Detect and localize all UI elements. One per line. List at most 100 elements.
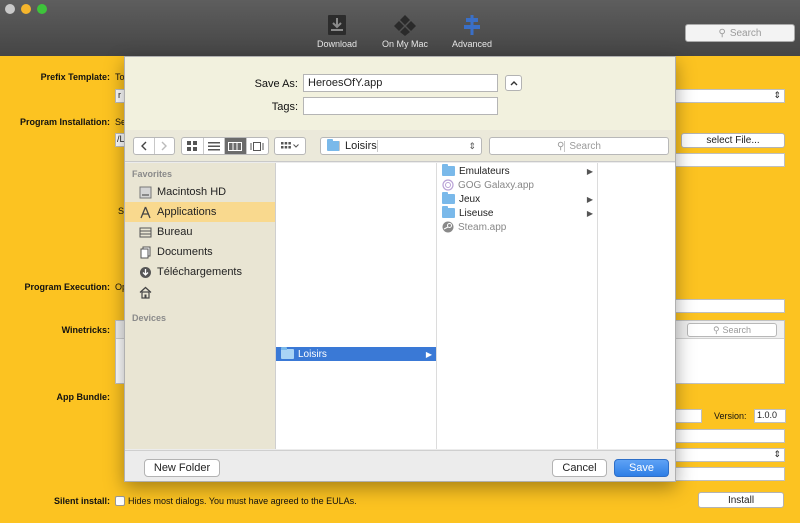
chevron-down-icon [293, 144, 299, 148]
new-folder-button[interactable]: New Folder [144, 459, 220, 477]
search-icon: ⚲ [712, 324, 720, 335]
sidebar-item-macintosh-hd[interactable]: Macintosh HD [125, 182, 275, 202]
advanced-icon [464, 15, 480, 35]
icon-view-button[interactable] [182, 138, 204, 154]
folder-icon [442, 206, 455, 218]
column-view-button[interactable] [225, 138, 247, 154]
advanced-tab[interactable]: Advanced [432, 14, 512, 49]
collapse-dialog-button[interactable] [505, 75, 522, 91]
install-button[interactable]: Install [698, 492, 784, 508]
save-dialog: Save As: HeroesOfY.app Tags: Loisirs ⇕ ⚲… [124, 56, 676, 482]
list-item-label: GOG Galaxy.app [458, 179, 534, 191]
list-item-label: Loisirs [298, 348, 327, 360]
list-view-icon [207, 141, 220, 150]
select-arrows-icon: ⇕ [773, 449, 781, 459]
sidebar-item-telechargements[interactable]: Téléchargements [125, 262, 275, 282]
winetricks-search-field[interactable]: ⚲ Search [687, 323, 777, 337]
toolbar-search-placeholder: Search [729, 27, 762, 39]
chevron-up-icon [510, 81, 517, 86]
downloads-icon [140, 266, 151, 278]
sidebar-item-label: Documents [157, 246, 213, 258]
program-execution-field[interactable] [675, 299, 785, 313]
version-field[interactable]: 1.0.0 [754, 409, 786, 423]
prefix-template-select-right[interactable]: ⇕ [675, 89, 785, 103]
browser-column-2: Emulateurs ▶ GOG Galaxy.app Jeux ▶ Liseu… [437, 163, 598, 449]
download-tab-label: Download [316, 39, 358, 49]
gog-galaxy-app-icon [442, 179, 454, 191]
view-mode-buttons [181, 137, 269, 155]
search-icon: ⚲ [718, 27, 726, 39]
winetricks-search-placeholder: Search [722, 325, 752, 335]
program-installation-label: Program Installation: [19, 117, 110, 127]
window-toolbar: Download On My Mac Advanced ⚲ Search [0, 0, 800, 56]
folder-icon [327, 139, 340, 151]
applications-icon [140, 206, 151, 218]
on-my-mac-icon [394, 15, 416, 36]
list-item-gog-galaxy[interactable]: GOG Galaxy.app [437, 178, 597, 192]
navigation-buttons [133, 137, 175, 155]
back-button[interactable] [134, 138, 155, 154]
folder-icon [442, 164, 455, 176]
sidebar-item-home[interactable] [125, 282, 275, 302]
arrange-grid-icon [281, 142, 291, 149]
coverflow-view-button[interactable] [247, 138, 268, 154]
list-item-label: Steam.app [458, 221, 507, 233]
app-bundle-field-3[interactable] [675, 467, 785, 481]
tags-label: Tags: [271, 101, 298, 113]
cancel-button[interactable]: Cancel [552, 459, 607, 477]
zoom-window-button[interactable] [37, 4, 47, 14]
select-file-button[interactable]: select File... [681, 133, 785, 148]
version-label: Version: [714, 411, 747, 421]
dialog-footer: New Folder Cancel Save [125, 450, 675, 481]
coverflow-view-icon [250, 141, 264, 151]
list-view-button[interactable] [204, 138, 225, 154]
chevron-right-icon [161, 141, 168, 151]
dialog-search-field[interactable]: ⚲ Search [489, 137, 669, 155]
list-item-label: Emulateurs [459, 165, 510, 177]
hard-drive-icon [139, 186, 152, 198]
dialog-sidebar: Favorites Macintosh HD Applications Bure… [125, 163, 276, 449]
close-window-button[interactable] [5, 4, 15, 14]
tags-input[interactable] [303, 97, 498, 115]
documents-icon [140, 246, 151, 258]
chevron-right-icon: ▶ [586, 208, 593, 218]
list-item-jeux[interactable]: Jeux ▶ [437, 192, 597, 206]
grid-view-icon [187, 141, 198, 151]
sidebar-item-documents[interactable]: Documents [125, 242, 275, 262]
dialog-search-inner: ⚲ Search [490, 138, 668, 154]
app-bundle-select[interactable]: ⇕ [675, 448, 785, 462]
search-icon: ⚲ [556, 140, 566, 152]
save-button[interactable]: Save [614, 459, 669, 477]
save-as-input[interactable]: HeroesOfY.app [303, 74, 498, 92]
list-item-emulateurs[interactable]: Emulateurs ▶ [437, 164, 597, 178]
minimize-window-button[interactable] [21, 4, 31, 14]
home-icon [139, 286, 152, 299]
forward-button[interactable] [155, 138, 175, 154]
sidebar-item-label: Macintosh HD [157, 186, 227, 198]
sidebar-item-bureau[interactable]: Bureau [125, 222, 275, 242]
location-popup[interactable]: Loisirs ⇕ [320, 137, 482, 155]
silent-install-label: Silent install: [53, 496, 110, 506]
location-label: Loisirs [345, 140, 378, 152]
advanced-tab-label: Advanced [451, 39, 493, 49]
select-arrows-icon: ⇕ [773, 90, 781, 100]
select-arrows-icon: ⇕ [468, 140, 476, 151]
folder-icon [281, 347, 294, 359]
toolbar-search-field[interactable]: ⚲ Search [685, 24, 795, 42]
silent-install-text: Hides most dialogs. You must have agreed… [128, 496, 357, 506]
silent-install-checkbox[interactable] [115, 496, 125, 506]
installation-field[interactable] [675, 153, 785, 167]
chevron-right-icon: ▶ [425, 349, 432, 359]
app-bundle-field-2[interactable] [675, 429, 785, 443]
sidebar-item-label: Téléchargements [157, 266, 242, 278]
list-item-steam[interactable]: Steam.app [437, 220, 597, 234]
column-view-icon [228, 141, 243, 151]
arrange-button[interactable] [274, 137, 306, 155]
dialog-toolbar: Loisirs ⇕ ⚲ Search [125, 130, 675, 162]
arrange-button-inner [275, 138, 305, 154]
app-bundle-name-field[interactable] [675, 409, 702, 423]
save-as-label: Save As: [254, 78, 298, 90]
list-item-loisirs[interactable]: Loisirs ▶ [276, 347, 436, 361]
list-item-liseuse[interactable]: Liseuse ▶ [437, 206, 597, 220]
sidebar-item-applications[interactable]: Applications [125, 202, 275, 222]
